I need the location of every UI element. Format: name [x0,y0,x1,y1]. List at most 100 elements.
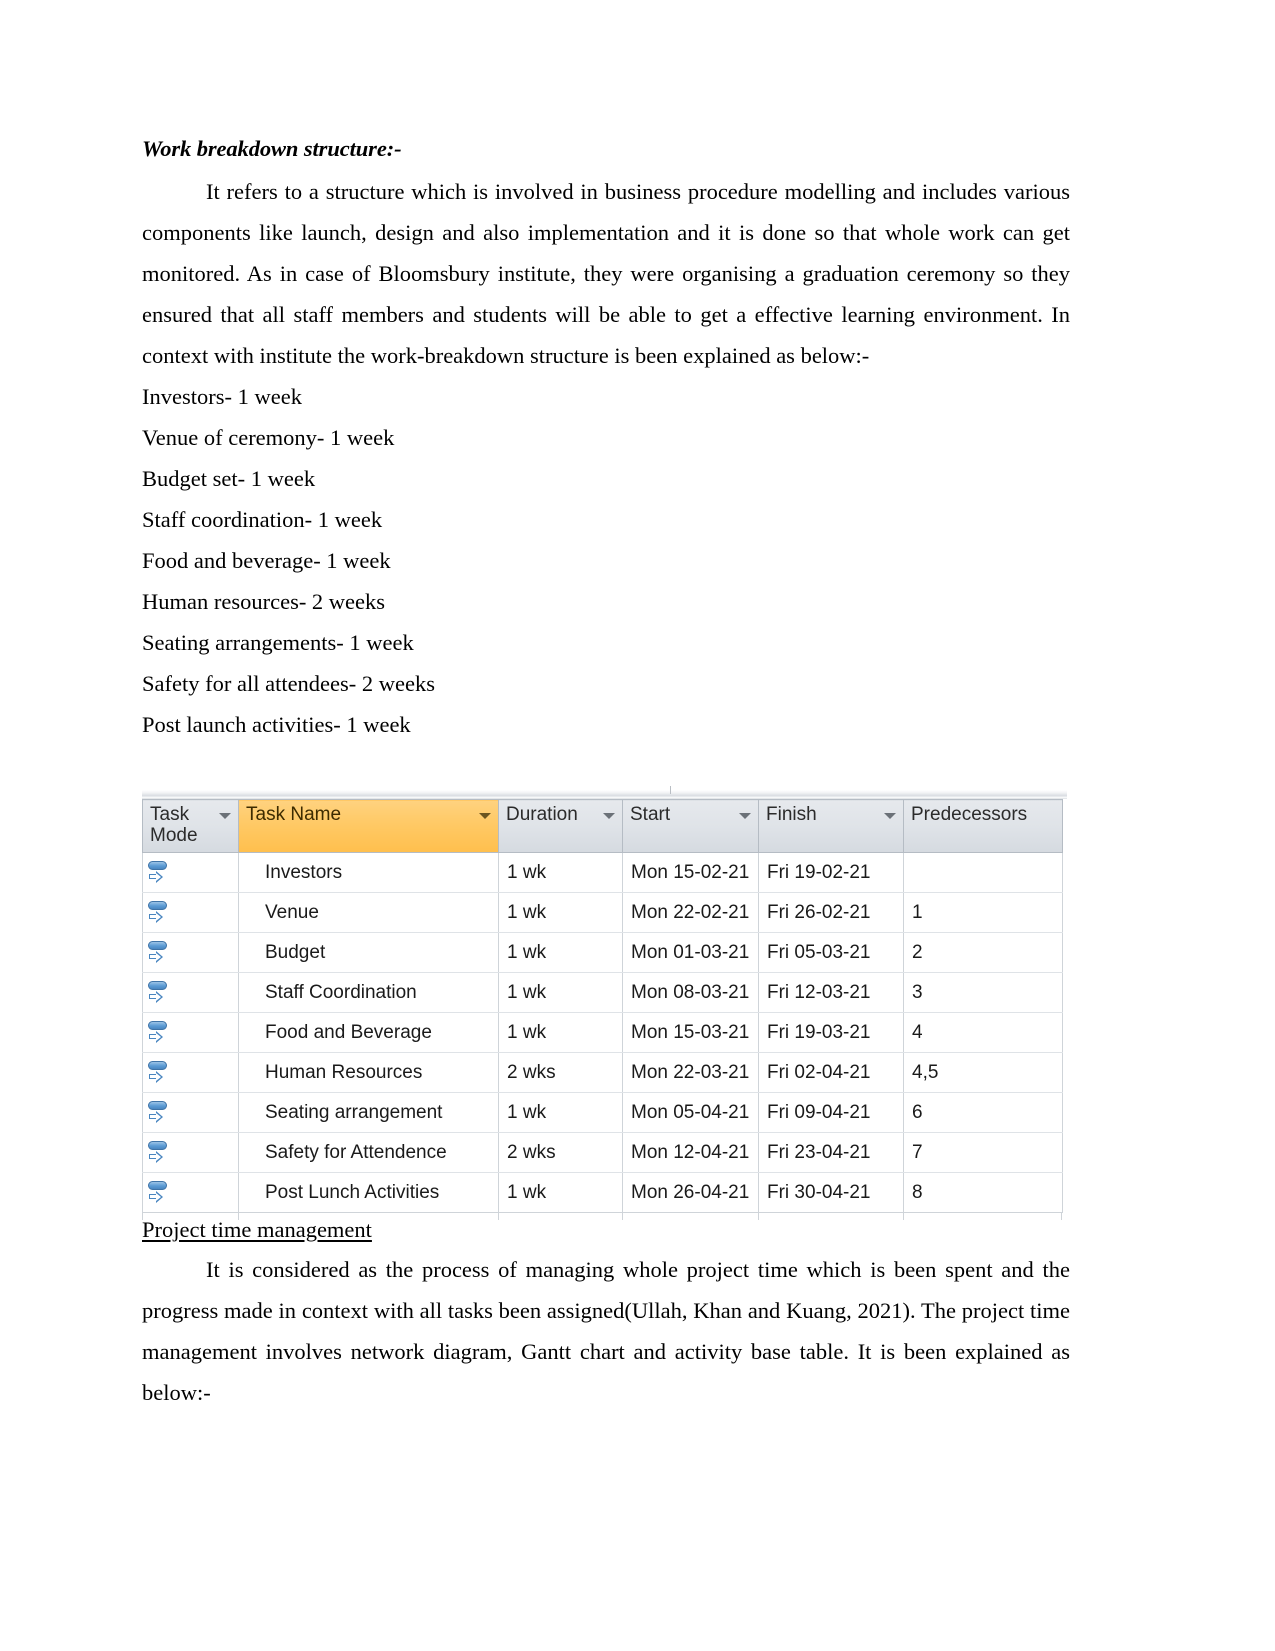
table-row[interactable]: Safety for Attendence 2 wks Mon 12-04-21… [142,1132,1063,1173]
cell-start[interactable]: Mon 01-03-21 [622,932,759,973]
auto-scheduled-icon [147,1180,173,1206]
cell-task-name[interactable]: Seating arrangement [238,1092,499,1133]
table-row[interactable]: Staff Coordination 1 wk Mon 08-03-21 Fri… [142,972,1063,1013]
column-header-start[interactable]: Start [622,799,759,853]
cell-predecessors[interactable]: 6 [903,1092,1063,1133]
cell-start[interactable]: Mon 15-03-21 [622,1012,759,1053]
list-item: Budget set- 1 week [142,465,316,491]
table-row[interactable]: Investors 1 wk Mon 15-02-21 Fri 19-02-21 [142,852,1063,893]
auto-scheduled-icon [147,940,173,966]
cell-task-mode[interactable] [142,932,239,973]
list-item: Food and beverage- 1 week [142,547,391,573]
cell-task-name[interactable]: Budget [238,932,499,973]
cell-start[interactable]: Mon 22-02-21 [622,892,759,933]
wbs-intro-paragraph: It refers to a structure which is involv… [142,178,1070,368]
cell-predecessors[interactable]: 4 [903,1012,1063,1053]
cell-start[interactable]: Mon 12-04-21 [622,1132,759,1173]
task-grid-body: Investors 1 wk Mon 15-02-21 Fri 19-02-21… [142,852,1063,1213]
cell-task-mode[interactable] [142,1172,239,1213]
cell-finish[interactable]: Fri 12-03-21 [758,972,904,1013]
cell-start[interactable]: Mon 22-03-21 [622,1052,759,1093]
page-title: Work breakdown structure:- [142,136,402,161]
ms-project-task-table: Task Mode Task Name Duration Start Finis… [142,786,1067,1220]
cell-finish[interactable]: Fri 19-02-21 [758,852,904,893]
cell-task-name[interactable]: Food and Beverage [238,1012,499,1053]
filter-chevron-down-icon[interactable] [739,813,751,819]
table-row[interactable]: Food and Beverage 1 wk Mon 15-03-21 Fri … [142,1012,1063,1053]
filter-chevron-down-icon[interactable] [479,813,491,819]
table-row[interactable]: Venue 1 wk Mon 22-02-21 Fri 26-02-21 1 [142,892,1063,933]
cell-predecessors[interactable]: 8 [903,1172,1063,1213]
cell-predecessors[interactable]: 2 [903,932,1063,973]
column-header-label: Start [630,804,671,825]
cell-duration[interactable]: 1 wk [498,932,623,973]
cell-finish[interactable]: Fri 30-04-21 [758,1172,904,1213]
column-header-duration[interactable]: Duration [498,799,623,853]
auto-scheduled-icon [147,860,173,886]
task-grid: Task Mode Task Name Duration Start Finis… [142,799,1063,1213]
filter-chevron-down-icon[interactable] [603,813,615,819]
list-item: Human resources- 2 weeks [142,588,386,614]
cell-finish[interactable]: Fri 02-04-21 [758,1052,904,1093]
table-split-bar [142,786,1067,799]
cell-duration[interactable]: 1 wk [498,852,623,893]
table-header-row: Task Mode Task Name Duration Start Finis… [142,799,1063,853]
cell-predecessors[interactable]: 4,5 [903,1052,1063,1093]
list-item: Staff coordination- 1 week [142,506,383,532]
list-item: Post launch activities- 1 week [142,711,411,737]
auto-scheduled-icon [147,980,173,1006]
cell-task-name[interactable]: Post Lunch Activities [238,1172,499,1213]
cell-start[interactable]: Mon 26-04-21 [622,1172,759,1213]
column-header-label: Predecessors [911,804,1028,825]
cell-duration[interactable]: 1 wk [498,1092,623,1133]
cell-predecessors[interactable]: 1 [903,892,1063,933]
table-row[interactable]: Human Resources 2 wks Mon 22-03-21 Fri 0… [142,1052,1063,1093]
auto-scheduled-icon [147,1100,173,1126]
filter-chevron-down-icon[interactable] [219,813,231,819]
column-header-task-mode[interactable]: Task Mode [142,799,239,853]
cell-predecessors[interactable]: 3 [903,972,1063,1013]
cell-task-name[interactable]: Staff Coordination [238,972,499,1013]
auto-scheduled-icon [147,1060,173,1086]
section-heading: Project time management [142,1217,372,1242]
cell-predecessors[interactable] [903,852,1063,893]
cell-finish[interactable]: Fri 23-04-21 [758,1132,904,1173]
cell-finish[interactable]: Fri 05-03-21 [758,932,904,973]
cell-task-name[interactable]: Safety for Attendence [238,1132,499,1173]
cell-task-mode[interactable] [142,972,239,1013]
cell-finish[interactable]: Fri 19-03-21 [758,1012,904,1053]
cell-task-name[interactable]: Investors [238,852,499,893]
cell-task-mode[interactable] [142,1132,239,1173]
cell-task-name[interactable]: Human Resources [238,1052,499,1093]
cell-duration[interactable]: 1 wk [498,972,623,1013]
cell-duration[interactable]: 1 wk [498,892,623,933]
column-header-label: Task Mode [150,804,198,846]
cell-task-mode[interactable] [142,1012,239,1053]
cell-duration[interactable]: 1 wk [498,1012,623,1053]
column-header-finish[interactable]: Finish [758,799,904,853]
cell-duration[interactable]: 2 wks [498,1132,623,1173]
table-row[interactable]: Budget 1 wk Mon 01-03-21 Fri 05-03-21 2 [142,932,1063,973]
wbs-item-list: Investors- 1 week Venue of ceremony- 1 w… [142,376,1070,745]
section-project-time-management: Project time management It is considered… [142,1215,1070,1413]
cell-task-name[interactable]: Venue [238,892,499,933]
cell-predecessors[interactable]: 7 [903,1132,1063,1173]
table-row[interactable]: Seating arrangement 1 wk Mon 05-04-21 Fr… [142,1092,1063,1133]
cell-finish[interactable]: Fri 09-04-21 [758,1092,904,1133]
column-header-task-name[interactable]: Task Name [238,799,499,853]
cell-task-mode[interactable] [142,1092,239,1133]
filter-chevron-down-icon[interactable] [884,813,896,819]
table-row[interactable]: Post Lunch Activities 1 wk Mon 26-04-21 … [142,1172,1063,1213]
cell-start[interactable]: Mon 08-03-21 [622,972,759,1013]
cell-start[interactable]: Mon 15-02-21 [622,852,759,893]
cell-duration[interactable]: 2 wks [498,1052,623,1093]
cell-duration[interactable]: 1 wk [498,1172,623,1213]
auto-scheduled-icon [147,900,173,926]
cell-finish[interactable]: Fri 26-02-21 [758,892,904,933]
cell-task-mode[interactable] [142,852,239,893]
cell-task-mode[interactable] [142,892,239,933]
cell-start[interactable]: Mon 05-04-21 [622,1092,759,1133]
cell-task-mode[interactable] [142,1052,239,1093]
column-header-predecessors[interactable]: Predecessors [903,799,1063,853]
document-page: Work breakdown structure:- It refers to … [0,0,1275,1651]
